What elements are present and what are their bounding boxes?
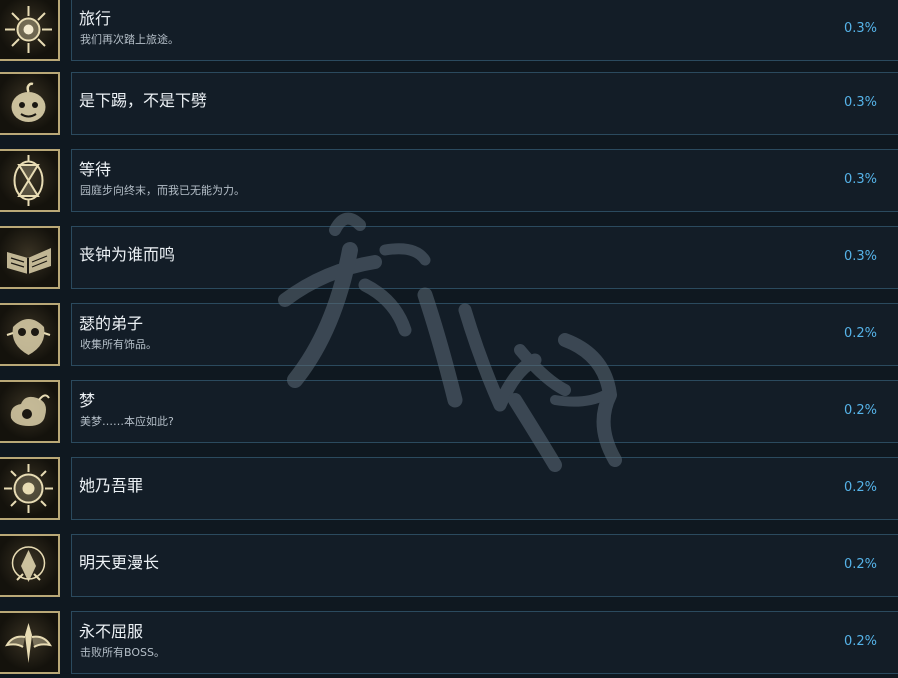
crystal-flame-icon: [0, 534, 60, 597]
unlock-percentage: 0.2%: [843, 634, 877, 649]
achievement-title: 明天更漫长: [79, 553, 160, 572]
unlock-percentage: 0.2%: [843, 480, 877, 495]
achievement-row[interactable]: 是下踢，不是下劈 0.3%: [0, 72, 898, 138]
achievement-row[interactable]: 等待 园庭步向终末，而我已无能为力。 0.3%: [0, 149, 898, 215]
achievement-title: 她乃吾罪: [79, 476, 144, 495]
unlock-percentage: 0.3%: [843, 21, 877, 36]
achievement-title: 梦: [79, 391, 96, 410]
achievement-list: 旅行 我们再次踏上旅途。 0.3% 是下踢，不是下劈 0.3% 等待 园庭步向终…: [0, 0, 898, 678]
achievement-card: [71, 226, 898, 289]
open-book-icon: [0, 226, 60, 289]
cloud-eye-icon: [0, 380, 60, 443]
unlock-percentage: 0.2%: [843, 403, 877, 418]
achievement-description: 美梦……本应如此?: [80, 415, 174, 428]
achievement-card: [71, 611, 898, 674]
achievement-row[interactable]: 旅行 我们再次踏上旅途。 0.3%: [0, 0, 898, 64]
unlock-percentage: 0.2%: [843, 326, 877, 341]
winged-crest-icon: [0, 611, 60, 674]
achievement-card: [71, 303, 898, 366]
achievement-card: [71, 457, 898, 520]
achievement-row[interactable]: 瑟的弟子 收集所有饰品。 0.2%: [0, 303, 898, 369]
achievement-description: 收集所有饰品。: [80, 338, 157, 351]
achievement-title: 是下踢，不是下劈: [79, 91, 208, 110]
hourglass-icon: [0, 149, 60, 212]
achievement-title: 旅行: [79, 9, 112, 28]
achievement-title: 永不屈服: [79, 622, 144, 641]
achievement-row[interactable]: 梦 美梦……本应如此? 0.2%: [0, 380, 898, 446]
achievement-title: 瑟的弟子: [79, 314, 144, 333]
pumpkin-icon: [0, 72, 60, 135]
achievement-description: 击败所有BOSS。: [80, 646, 165, 659]
achievement-card: [71, 149, 898, 212]
achievement-title: 丧钟为谁而鸣: [79, 245, 176, 264]
achievement-description: 园庭步向终末，而我已无能为力。: [80, 184, 245, 197]
achievement-row[interactable]: 明天更漫长 0.2%: [0, 534, 898, 600]
achievement-title: 等待: [79, 160, 112, 179]
achievement-card: [71, 0, 898, 61]
unlock-percentage: 0.3%: [843, 172, 877, 187]
unlock-percentage: 0.3%: [843, 249, 877, 264]
unlock-percentage: 0.2%: [843, 557, 877, 572]
achievement-card: [71, 380, 898, 443]
achievement-description: 我们再次踏上旅途。: [80, 33, 179, 46]
achievement-row[interactable]: 她乃吾罪 0.2%: [0, 457, 898, 523]
achievement-card: [71, 534, 898, 597]
burst-emblem-icon: [0, 0, 60, 61]
achievement-row[interactable]: 永不屈服 击败所有BOSS。 0.2%: [0, 611, 898, 677]
mask-icon: [0, 303, 60, 366]
sun-eye-icon: [0, 457, 60, 520]
achievement-row[interactable]: 丧钟为谁而鸣 0.3%: [0, 226, 898, 292]
unlock-percentage: 0.3%: [843, 95, 877, 110]
